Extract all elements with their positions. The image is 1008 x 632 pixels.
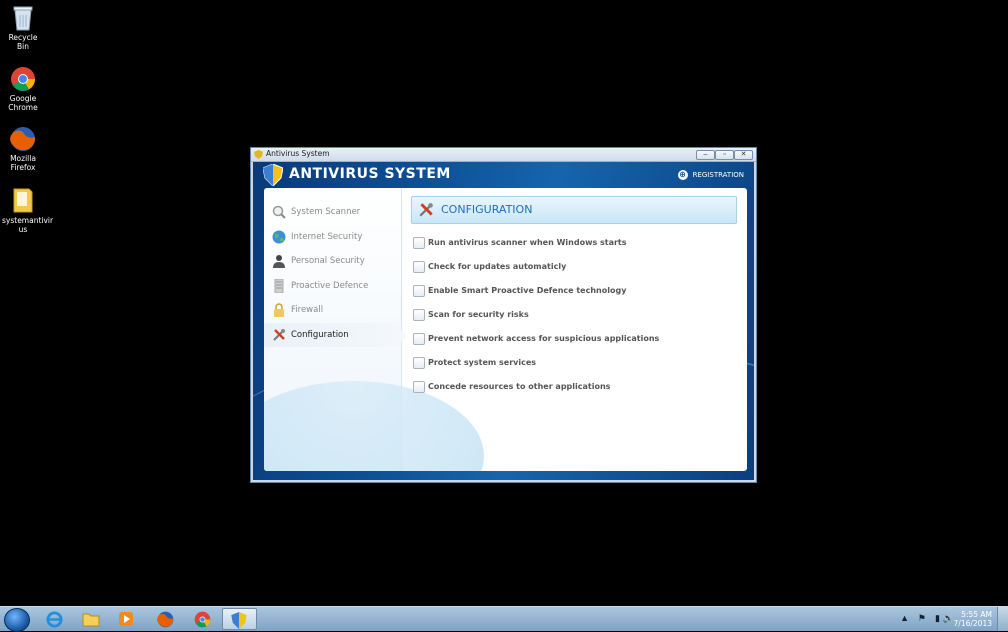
media-player-icon — [119, 612, 133, 626]
desktop-icon-firefox[interactable]: Mozilla Firefox — [2, 126, 44, 172]
checkbox[interactable] — [413, 285, 425, 297]
sidebar-item-label: Internet Security — [291, 232, 363, 242]
checkbox[interactable] — [413, 309, 425, 321]
option-label: Protect system services — [428, 358, 537, 367]
folder-icon — [13, 188, 33, 213]
checkbox[interactable] — [413, 357, 425, 369]
recycle-bin-icon — [13, 6, 33, 31]
option-label: Run antivirus scanner when Windows start… — [428, 238, 627, 247]
magnifier-icon — [272, 205, 286, 219]
desktop-icon-recycle-bin[interactable]: Recycle Bin — [2, 5, 44, 51]
taskbar-file-explorer[interactable] — [74, 608, 106, 630]
start-button[interactable] — [4, 608, 30, 632]
option-label: Concede resources to other applications — [428, 382, 611, 391]
antivirus-shield-icon — [231, 612, 247, 629]
volume-icon[interactable]: 🔊 — [943, 613, 954, 624]
desktop-icon-label: Mozilla Firefox — [10, 154, 36, 172]
person-icon — [273, 255, 285, 268]
taskbar-antivirus-system[interactable] — [222, 608, 257, 630]
firefox-icon — [10, 127, 36, 151]
sidebar-item-label: System Scanner — [291, 207, 361, 217]
main-panel: System Scanner Internet Security Persona… — [264, 188, 747, 471]
option-label: Prevent network access for suspicious ap… — [428, 334, 660, 343]
tools-icon — [419, 203, 433, 217]
antivirus-window: Antivirus System – ▫ ✕ ANTIVIRUS SYSTEM … — [250, 147, 757, 483]
section-header: CONFIGURATION — [411, 196, 737, 224]
sidebar-item-configuration[interactable]: Configuration — [264, 323, 407, 347]
registration-label: REGISTRATION — [692, 171, 744, 179]
option-label: Scan for security risks — [428, 310, 529, 319]
clock-time: 5:55 AM — [961, 610, 992, 619]
close-button[interactable]: ✕ — [734, 150, 753, 160]
desktop-icon-chrome[interactable]: Google Chrome — [2, 66, 44, 112]
checkbox[interactable] — [413, 381, 425, 393]
lock-icon — [274, 303, 284, 317]
window-title: Antivirus System — [266, 149, 330, 158]
shield-icon — [254, 150, 263, 159]
sidebar-item-personal-security[interactable]: Personal Security — [264, 249, 401, 273]
option-label: Enable Smart Proactive Defence technolog… — [428, 286, 627, 295]
sidebar-item-label: Configuration — [291, 330, 349, 340]
sidebar-item-internet-security[interactable]: Internet Security — [264, 225, 401, 249]
checkbox[interactable] — [413, 261, 425, 273]
option-label: Check for updates automaticly — [428, 262, 567, 271]
checkbox[interactable] — [413, 237, 425, 249]
sidebar-item-proactive-defence[interactable]: Proactive Defence — [264, 274, 401, 298]
registration-icon: ⊕ — [677, 170, 688, 180]
server-icon — [274, 279, 284, 293]
taskbar: ▲ ⚑ ▮ 🔊 5:55 AM 7/16/2013 — [0, 606, 1008, 632]
window-client: ANTIVIRUS SYSTEM ⊕ REGISTRATION System Sc… — [253, 162, 754, 480]
sidebar-item-label: Firewall — [291, 305, 324, 315]
taskbar-chrome[interactable] — [186, 608, 218, 630]
chrome-icon — [194, 611, 211, 628]
taskbar-media-player[interactable] — [110, 608, 142, 630]
app-title: ANTIVIRUS SYSTEM — [289, 166, 451, 182]
system-clock[interactable]: 5:55 AM 7/16/2013 — [954, 610, 992, 628]
sidebar-item-firewall[interactable]: Firewall — [264, 298, 401, 322]
globe-icon — [272, 230, 286, 244]
network-icon[interactable]: ▮ — [935, 613, 940, 624]
firefox-icon — [157, 611, 174, 628]
sidebar: System Scanner Internet Security Persona… — [264, 188, 484, 471]
flag-icon[interactable]: ⚑ — [918, 613, 926, 624]
minimize-button[interactable]: – — [696, 150, 715, 160]
show-desktop-button[interactable] — [997, 607, 1008, 631]
section-title: CONFIGURATION — [441, 203, 533, 216]
app-header: ANTIVIRUS SYSTEM ⊕ REGISTRATION — [253, 162, 754, 188]
sidebar-item-label: Personal Security — [291, 256, 365, 266]
show-hidden-icons-chevron-icon[interactable]: ▲ — [900, 613, 909, 623]
desktop-icon-label: Recycle Bin — [8, 33, 38, 51]
tools-icon — [273, 329, 285, 341]
checkbox[interactable] — [413, 333, 425, 345]
desktop-icon-label: systemantivir us — [2, 216, 54, 234]
sidebar-item-system-scanner[interactable]: System Scanner — [264, 200, 401, 224]
internet-explorer-icon — [46, 611, 63, 628]
chrome-icon — [11, 67, 35, 92]
desktop-icon-label: Google Chrome — [8, 94, 38, 112]
window-titlebar[interactable]: Antivirus System – ▫ ✕ — [251, 148, 756, 162]
sidebar-item-label: Proactive Defence — [291, 281, 369, 291]
taskbar-internet-explorer[interactable] — [38, 608, 70, 630]
file-explorer-icon — [82, 613, 100, 627]
maximize-button[interactable]: ▫ — [715, 150, 734, 160]
content-area: CONFIGURATION Run antivirus scanner when… — [411, 196, 737, 471]
shield-icon — [263, 164, 283, 186]
registration-link[interactable]: ⊕ REGISTRATION — [677, 170, 744, 180]
desktop-icon-systemantivirus[interactable]: systemantivir us — [2, 186, 53, 234]
taskbar-firefox[interactable] — [149, 608, 181, 630]
clock-date: 7/16/2013 — [953, 619, 992, 628]
